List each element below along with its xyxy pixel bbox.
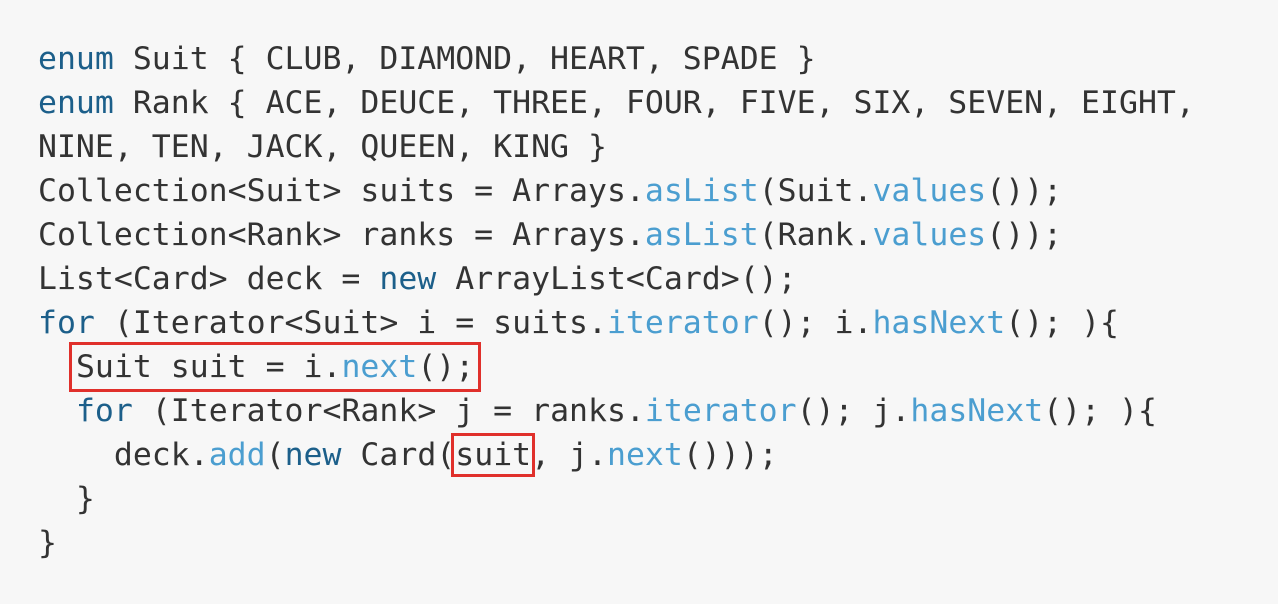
keyword: for: [75, 393, 133, 429]
keyword: for: [38, 305, 95, 341]
code-line-7: for (Iterator<Suit> i = suits.iterator()…: [38, 301, 1195, 345]
code-text: , j.: [531, 437, 607, 473]
code-line-6: List<Card> deck = new ArrayList<Card>();: [38, 257, 1195, 301]
code-line-1: enum Suit { CLUB, DIAMOND, HEART, SPADE …: [38, 37, 1195, 81]
code-text: (Suit.: [758, 173, 873, 209]
code-line-12: }: [38, 521, 1195, 565]
code-text: Rank { ACE, DEUCE, THREE, FOUR, FIVE, SI…: [113, 85, 1195, 121]
code-text: (); ){: [1043, 393, 1157, 429]
code-line-9: for (Iterator<Rank> j = ranks.iterator()…: [38, 389, 1195, 433]
code-text: deck.: [113, 437, 209, 473]
keyword: enum: [38, 41, 114, 77]
code-line-3: NINE, TEN, JACK, QUEEN, KING }: [38, 125, 1195, 169]
code-text: (); j.: [796, 393, 911, 429]
method-name: values: [872, 217, 987, 253]
code-line-11: }: [38, 477, 1195, 521]
method-name: next: [606, 437, 683, 473]
code-text: Collection<Suit> suits = Arrays.: [38, 173, 645, 209]
code-text: (Iterator<Suit> i = suits.: [94, 305, 607, 341]
code-text: Suit suit = i.: [75, 349, 342, 385]
code-text: }: [38, 481, 95, 517]
method-name: iterator: [644, 393, 797, 429]
code-text: NINE, TEN, JACK, QUEEN, KING }: [38, 129, 607, 165]
code-line-8: Suit suit = i.next();: [38, 342, 1195, 392]
code-line-10: deck.add(new Card(suit, j.next()));: [38, 433, 1195, 477]
method-name: hasNext: [872, 305, 1006, 341]
code-text: (); ){: [1005, 305, 1120, 341]
highlighted-argument: suit: [451, 433, 536, 477]
code-text: }: [38, 525, 57, 561]
keyword: enum: [38, 85, 114, 121]
keyword: new: [284, 437, 342, 473]
code-text: (Rank.: [758, 217, 873, 253]
method-name: asList: [644, 173, 759, 209]
code-line-5: Collection<Rank> ranks = Arrays.asList(R…: [38, 213, 1195, 257]
method-name: hasNext: [910, 393, 1044, 429]
highlighted-statement: Suit suit = i.next();: [68, 342, 482, 392]
code-text: ()));: [682, 437, 778, 473]
code-text: List<Card> deck =: [38, 261, 380, 297]
code-text: ());: [986, 217, 1063, 253]
code-text: (: [265, 437, 285, 473]
code-text: Suit { CLUB, DIAMOND, HEART, SPADE }: [113, 41, 816, 77]
code-text: ());: [986, 173, 1063, 209]
code-text: (); i.: [758, 305, 873, 341]
code-block: enum Suit { CLUB, DIAMOND, HEART, SPADE …: [38, 37, 1195, 565]
code-text: Card(: [341, 437, 456, 473]
method-name: add: [208, 437, 266, 473]
method-name: next: [341, 349, 418, 385]
code-text: Collection<Rank> ranks = Arrays.: [38, 217, 645, 253]
code-text: (Iterator<Rank> j = ranks.: [132, 393, 645, 429]
code-text: ();: [417, 349, 475, 385]
method-name: values: [872, 173, 987, 209]
method-name: asList: [644, 217, 759, 253]
method-name: iterator: [606, 305, 759, 341]
code-text: ArrayList<Card>();: [436, 261, 797, 297]
code-line-2: enum Rank { ACE, DEUCE, THREE, FOUR, FIV…: [38, 81, 1195, 125]
code-line-4: Collection<Suit> suits = Arrays.asList(S…: [38, 169, 1195, 213]
keyword: new: [379, 261, 437, 297]
